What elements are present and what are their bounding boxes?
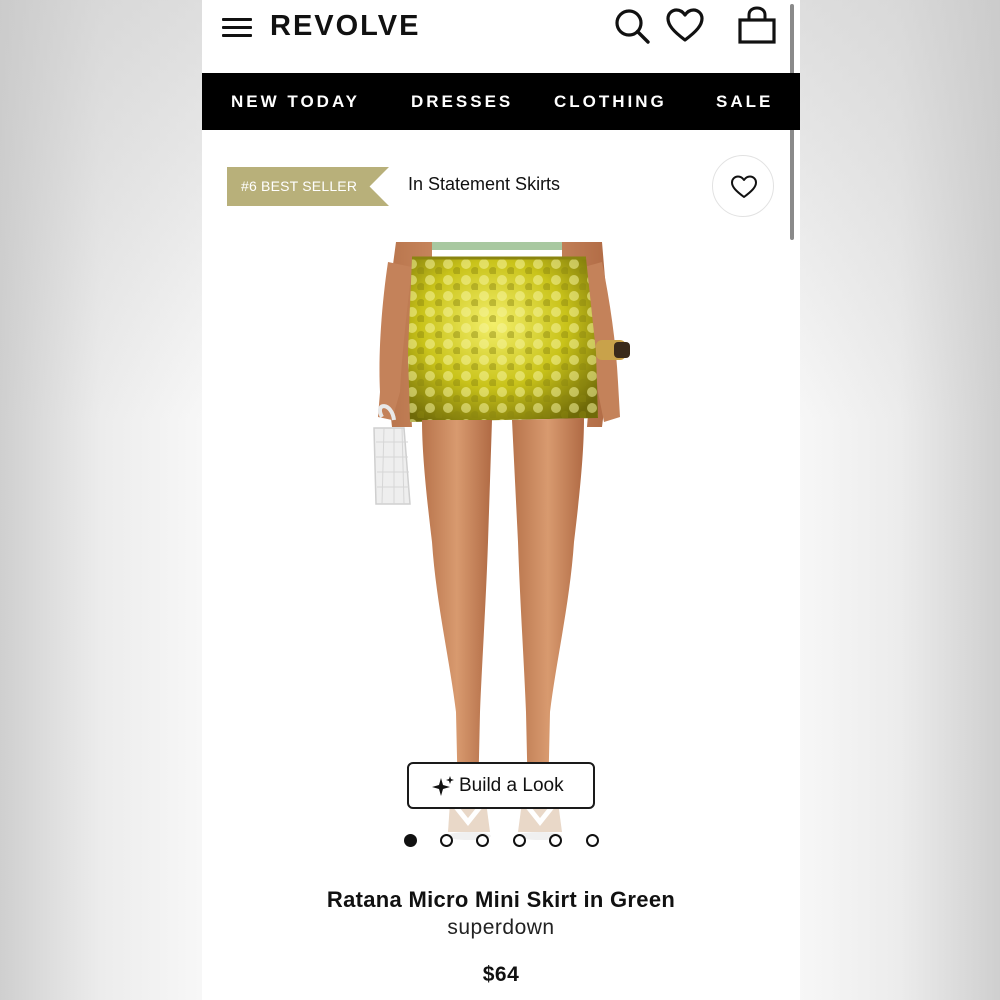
nav-item-dresses[interactable]: DRESSES [411, 73, 513, 130]
best-seller-badge: #6 BEST SELLER [227, 167, 389, 206]
product-price: $64 [482, 963, 520, 986]
carousel-dot[interactable] [440, 834, 453, 847]
shopping-bag-icon[interactable] [735, 4, 776, 44]
nav-item-sale[interactable]: SALE [716, 73, 773, 130]
add-to-wishlist-button[interactable] [712, 155, 774, 217]
carousel-dot[interactable] [404, 834, 417, 847]
category-link[interactable]: In Statement Skirts [408, 174, 560, 195]
image-carousel-dots [202, 834, 800, 848]
brand-logo[interactable]: REVOLVE [270, 6, 420, 46]
nav-item-clothing[interactable]: CLOTHING [554, 73, 667, 130]
carousel-dot[interactable] [549, 834, 562, 847]
heart-icon[interactable] [665, 6, 705, 46]
build-a-look-label: Build a Look [459, 775, 564, 796]
mobile-page: REVOLVE NEW TODAY DRESSES CLOTHING SALE … [202, 0, 800, 1000]
category-nav: NEW TODAY DRESSES CLOTHING SALE [202, 73, 800, 130]
heart-icon [731, 175, 757, 198]
brand-link[interactable]: superdown [202, 916, 800, 940]
header: REVOLVE [202, 0, 800, 240]
nav-item-new-today[interactable]: NEW TODAY [231, 73, 360, 130]
build-a-look-button[interactable]: Build a Look [407, 762, 595, 809]
carousel-dot[interactable] [513, 834, 526, 847]
carousel-dot[interactable] [586, 834, 599, 847]
menu-icon[interactable] [220, 16, 254, 38]
sparkle-icon [432, 776, 454, 796]
search-icon[interactable] [612, 6, 652, 46]
carousel-dot[interactable] [476, 834, 489, 847]
product-title: Ratana Micro Mini Skirt in Green [326, 887, 676, 912]
